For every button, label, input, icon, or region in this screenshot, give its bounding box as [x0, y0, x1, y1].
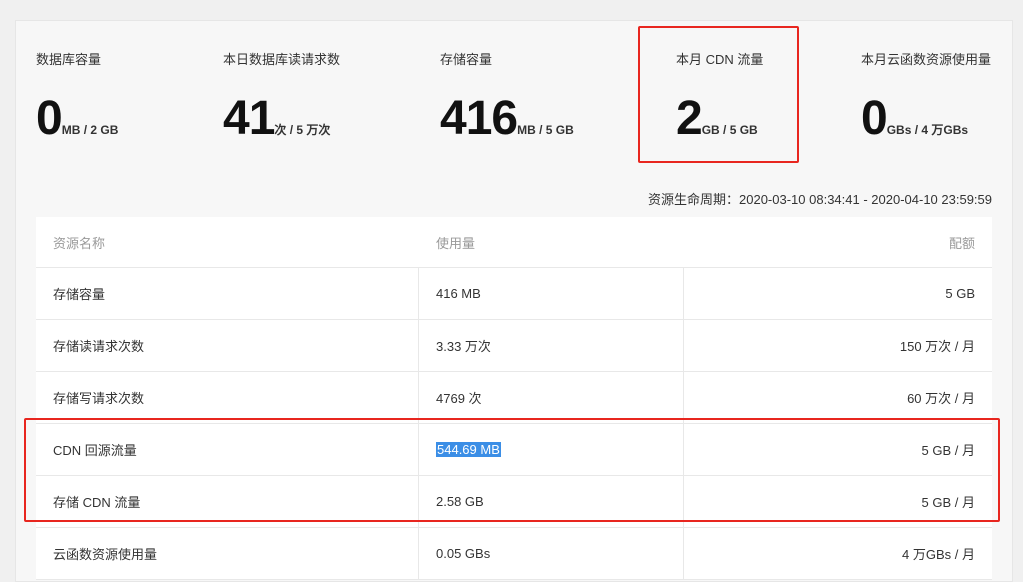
stat-label: 本月云函数资源使用量 [861, 52, 992, 67]
quota-value: 5 GB [945, 286, 975, 301]
stat-unit: MB / 2 GB [61, 123, 119, 137]
resource-name: 存储容量 [53, 287, 106, 302]
stat-value: 41次 / 5 万次 [223, 91, 330, 146]
stat-db-capacity: 数据库容量 0MB / 2 GB [36, 49, 118, 145]
stat-big-number: 416 [440, 92, 518, 145]
stat-db-reads: 本日数据库读请求数 41次 / 5 万次 [223, 49, 341, 145]
resource-name: 存储读请求次数 [53, 339, 145, 354]
stat-label: 存储容量 [440, 52, 493, 67]
resource-name: 存储写请求次数 [53, 391, 145, 406]
stat-value: 416MB / 5 GB [440, 91, 574, 146]
usage-value: 3.33 万次 [436, 339, 491, 354]
table-header-row: 资源名称 使用量 配额 [36, 217, 992, 268]
column-header-quota: 配额 [948, 235, 975, 251]
table-row: 云函数资源使用量 0.05 GBs 4 万GBs / 月 [36, 528, 992, 580]
stat-storage-capacity: 存储容量 416MB / 5 GB [440, 49, 574, 145]
stat-unit: GBs / 4 万GBs [886, 123, 969, 137]
column-header-name: 资源名称 [53, 235, 106, 251]
table-row: 存储容量 416 MB 5 GB [36, 268, 992, 320]
stat-big-number: 0 [36, 92, 63, 145]
resource-name: 云函数资源使用量 [53, 547, 158, 562]
quota-value: 150 万次 / 月 [899, 339, 975, 354]
stat-unit: MB / 5 GB [517, 123, 574, 137]
stat-label: 本日数据库读请求数 [223, 52, 341, 67]
stat-unit: 次 / 5 万次 [274, 123, 331, 137]
usage-value: 0.05 GBs [436, 546, 491, 561]
usage-value: 416 MB [436, 286, 481, 301]
stat-value: 0MB / 2 GB [36, 91, 118, 146]
stat-value: 0GBs / 4 万GBs [861, 91, 968, 146]
usage-value: 4769 次 [436, 391, 482, 406]
table-row: 存储读请求次数 3.33 万次 150 万次 / 月 [36, 320, 992, 372]
stat-big-number: 41 [223, 92, 275, 145]
column-header-usage: 使用量 [436, 235, 476, 251]
quota-value: 4 万GBs / 月 [902, 547, 975, 562]
highlight-box-cdn-stat [638, 26, 799, 163]
stat-big-number: 0 [861, 92, 888, 145]
quota-value: 60 万次 / 月 [907, 391, 975, 406]
highlight-box-cdn-rows [24, 418, 1000, 522]
usage-table: 资源名称 使用量 配额 存储容量 416 MB 5 GB 存储读请求次数 3.3… [36, 217, 992, 580]
resource-period: 资源生命周期：2020-03-10 08:34:41 - 2020-04-10 … [648, 192, 992, 207]
stat-function-usage: 本月云函数资源使用量 0GBs / 4 万GBs [861, 49, 992, 145]
table-row: 存储写请求次数 4769 次 60 万次 / 月 [36, 372, 992, 424]
stat-label: 数据库容量 [36, 52, 102, 67]
